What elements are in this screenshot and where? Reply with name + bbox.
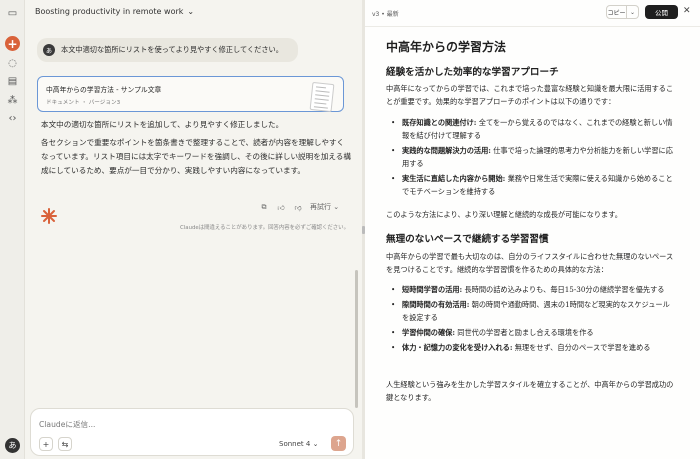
doc-paragraph-2: このような方法により、より深い理解と継続的な成長が可能になります。 [386,210,622,219]
list-item: 実践的な問題解決力の活用: 仕事で培った論理的思考力や分析能力を新しい学習に応用… [386,144,676,170]
scrollbar[interactable] [355,270,358,408]
list-item: 既存知識との関連付け: 全てを一から覚えるのではなく、これまでの経験と新しい情報… [386,116,676,142]
plus-icon[interactable]: + [39,437,53,451]
artifact-toolbar: v3 • 最新 コピー ⌄ 公開 ✕ [365,0,700,27]
avatar: あ [43,44,55,56]
assistant-reply-1: 本文中の適切な箇所にリストを追加して、より見やすく修正しました。 [41,120,284,129]
list-item: 実生活に直結した内容から開始: 業務や日常生活で実際に使える知識から始めることで… [386,172,676,198]
list-item: 体力・記憶力の変化を受け入れる: 無理をせず、自分のペースで学習を進める [386,341,676,354]
list-item-keyword: 実践的な問題解決力の活用: [402,146,491,155]
thumbs-down-icon[interactable]: 👎︎ [293,202,303,212]
list-item-keyword: 実生活に直結した内容から開始: [402,174,506,183]
doc-list-2: 短時間学習の活用: 長時間の詰め込みよりも、毎日15-30分の継続学習を優先する… [386,283,676,356]
send-icon[interactable]: ↑ [331,436,346,451]
chevron-down-icon: ⌄ [187,7,195,16]
doc-heading-2: 無理のないペースで継続する学習習慣 [386,234,549,245]
chat-title-dropdown[interactable]: Boosting productivity in remote work ⌄ [35,7,194,16]
doc-title: 中高年からの学習方法 [386,40,507,54]
user-message-text: 本文中適切な箇所にリストを使ってより見やすく修正してください。 [61,45,283,54]
reply-input[interactable]: Claudeに返信... [39,419,95,430]
close-icon[interactable]: ✕ [683,6,691,16]
user-avatar-icon[interactable]: あ [5,438,20,453]
sidebar-toggle-icon[interactable]: ▭ [5,6,20,21]
disclaimer: Claudeは間違えることがあります。回答内容を必ずご確認ください。 [180,225,349,231]
list-item-text: 同世代の学習者と励まし合える環境を作る [454,328,594,337]
chat-title: Boosting productivity in remote work [35,7,184,16]
list-item-text: 長時間の詰め込みよりも、毎日15-30分の継続学習を優先する [462,285,665,294]
message-actions: ⧉ 👍︎ 👎︎ 再試行 ⌄ [259,202,340,212]
artifacts-icon[interactable]: ⁂ [5,93,20,108]
publish-button[interactable]: 公開 [645,5,678,19]
left-rail: ▭ + ◌ ▤ ⁂ ‹› あ [0,0,25,459]
list-item-keyword: 既存知識との関連付け: [402,118,477,127]
version-selector[interactable]: v3 • 最新 [372,9,399,18]
list-item-text: 無理をせず、自分のペースで学習を進める [512,343,651,352]
doc-paragraph-4: 人生経験という強みを生かした学習スタイルを確立することが、中高年からの学習成功の… [386,380,674,402]
copy-button[interactable]: コピー [606,5,627,19]
list-item: 短時間学習の活用: 長時間の詰め込みよりも、毎日15-30分の継続学習を優先する [386,283,676,296]
doc-list-1: 既存知識との関連付け: 全てを一から覚えるのではなく、これまでの経験と新しい情報… [386,116,676,200]
doc-heading-1: 経験を活かした効率的な学習アプローチ [386,67,559,78]
projects-icon[interactable]: ▤ [5,74,20,89]
reply-input-box[interactable]: Claudeに返信... + ⇆ Sonnet 4 ⌄ ↑ [30,408,354,456]
doc-paragraph-3: 中高年からの学習で最も大切なのは、自分のライフスタイルに合わせた無理のないペース… [386,252,674,274]
artifact-card[interactable]: 中高年からの学習方法 - サンプル文章 ドキュメント ・ バージョン3 [37,76,344,113]
assistant-reply-2: 各セクションで重要なポイントを箇条書きで整理することで、読者が内容を理解しやすく… [41,138,351,175]
document-thumbnail-icon [309,81,335,113]
retry-button[interactable]: 再試行 ⌄ [310,202,339,212]
code-icon[interactable]: ‹› [5,111,20,126]
chat-column: Boosting productivity in remote work ⌄ あ… [25,0,362,459]
list-item-keyword: 体力・記憶力の変化を受け入れる: [402,343,513,352]
thumbs-up-icon[interactable]: 👍︎ [276,202,286,212]
settings-icon[interactable]: ⇆ [58,437,72,451]
list-item: 隙間時間の有効活用: 朝の時間や通勤時間、週末の1時間など現実的なスケジュールを… [386,298,676,324]
artifact-card-title: 中高年からの学習方法 - サンプル文章 [46,86,162,94]
list-item-keyword: 隙間時間の有効活用: [402,300,470,309]
list-item-keyword: 短時間学習の活用: [402,285,463,294]
new-chat-icon[interactable]: + [5,36,20,51]
copy-dropdown-chevron-icon[interactable]: ⌄ [627,5,639,19]
user-message: あ 本文中適切な箇所にリストを使ってより見やすく修正してください。 [37,38,298,62]
list-item-keyword: 学習仲間の確保: [402,328,455,337]
doc-paragraph-1: 中高年になってからの学習では、これまで培った豊富な経験と知識を最大限に活用するこ… [386,84,674,106]
list-item: 学習仲間の確保: 同世代の学習者と励まし合える環境を作る [386,326,676,339]
copy-icon[interactable]: ⧉ [259,202,269,212]
sparkle-icon [41,208,57,224]
model-selector[interactable]: Sonnet 4 ⌄ [279,440,318,448]
chats-icon[interactable]: ◌ [5,56,20,71]
artifact-panel: v3 • 最新 コピー ⌄ 公開 ✕ 中高年からの学習方法 経験を活かした効率的… [365,0,700,459]
artifact-card-meta: ドキュメント ・ バージョン3 [46,100,121,106]
